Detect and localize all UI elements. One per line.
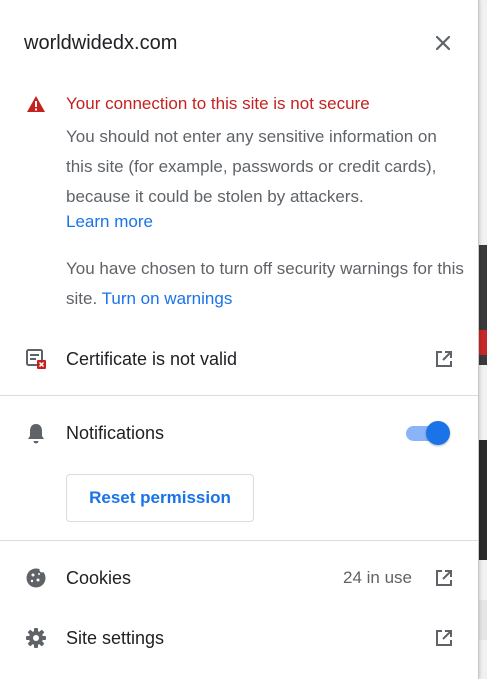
close-button[interactable] bbox=[430, 30, 456, 56]
gear-icon bbox=[24, 626, 48, 650]
learn-more-link[interactable]: Learn more bbox=[66, 212, 153, 232]
certificate-row[interactable]: Certificate is not valid bbox=[0, 333, 478, 385]
background-content bbox=[478, 330, 487, 355]
notifications-toggle[interactable] bbox=[404, 420, 452, 446]
certificate-error-icon bbox=[24, 347, 48, 371]
site-title: worldwidedx.com bbox=[24, 32, 178, 54]
close-icon bbox=[435, 35, 451, 51]
turn-on-warnings-link[interactable]: Turn on warnings bbox=[102, 289, 233, 308]
site-info-popup: worldwidedx.com Your connection to this … bbox=[0, 0, 479, 679]
background-content bbox=[478, 440, 487, 560]
security-warning-title: Your connection to this site is not secu… bbox=[66, 94, 370, 113]
cookie-icon bbox=[24, 566, 48, 590]
cookies-count: 24 in use bbox=[343, 568, 412, 587]
site-settings-row[interactable]: Site settings bbox=[0, 612, 478, 664]
cookies-label: Cookies bbox=[66, 567, 132, 588]
background-content bbox=[478, 600, 487, 640]
toggle-knob bbox=[426, 421, 450, 445]
reset-permission-button[interactable]: Reset permission bbox=[66, 474, 254, 522]
background-page bbox=[478, 0, 487, 679]
external-link-icon bbox=[436, 570, 452, 586]
divider bbox=[0, 395, 478, 396]
notifications-label: Notifications bbox=[66, 422, 165, 443]
bell-icon bbox=[24, 421, 48, 445]
external-link-icon bbox=[436, 630, 452, 646]
warning-icon bbox=[27, 96, 45, 112]
security-warnings-off-text: You have chosen to turn off security war… bbox=[66, 254, 466, 314]
certificate-label: Certificate is not valid bbox=[66, 348, 238, 369]
security-warning-body: You should not enter any sensitive infor… bbox=[66, 127, 437, 206]
divider bbox=[0, 540, 478, 541]
external-link-icon bbox=[436, 351, 452, 367]
site-settings-label: Site settings bbox=[66, 627, 165, 648]
cookies-row[interactable]: Cookies 24 in use bbox=[0, 552, 478, 604]
